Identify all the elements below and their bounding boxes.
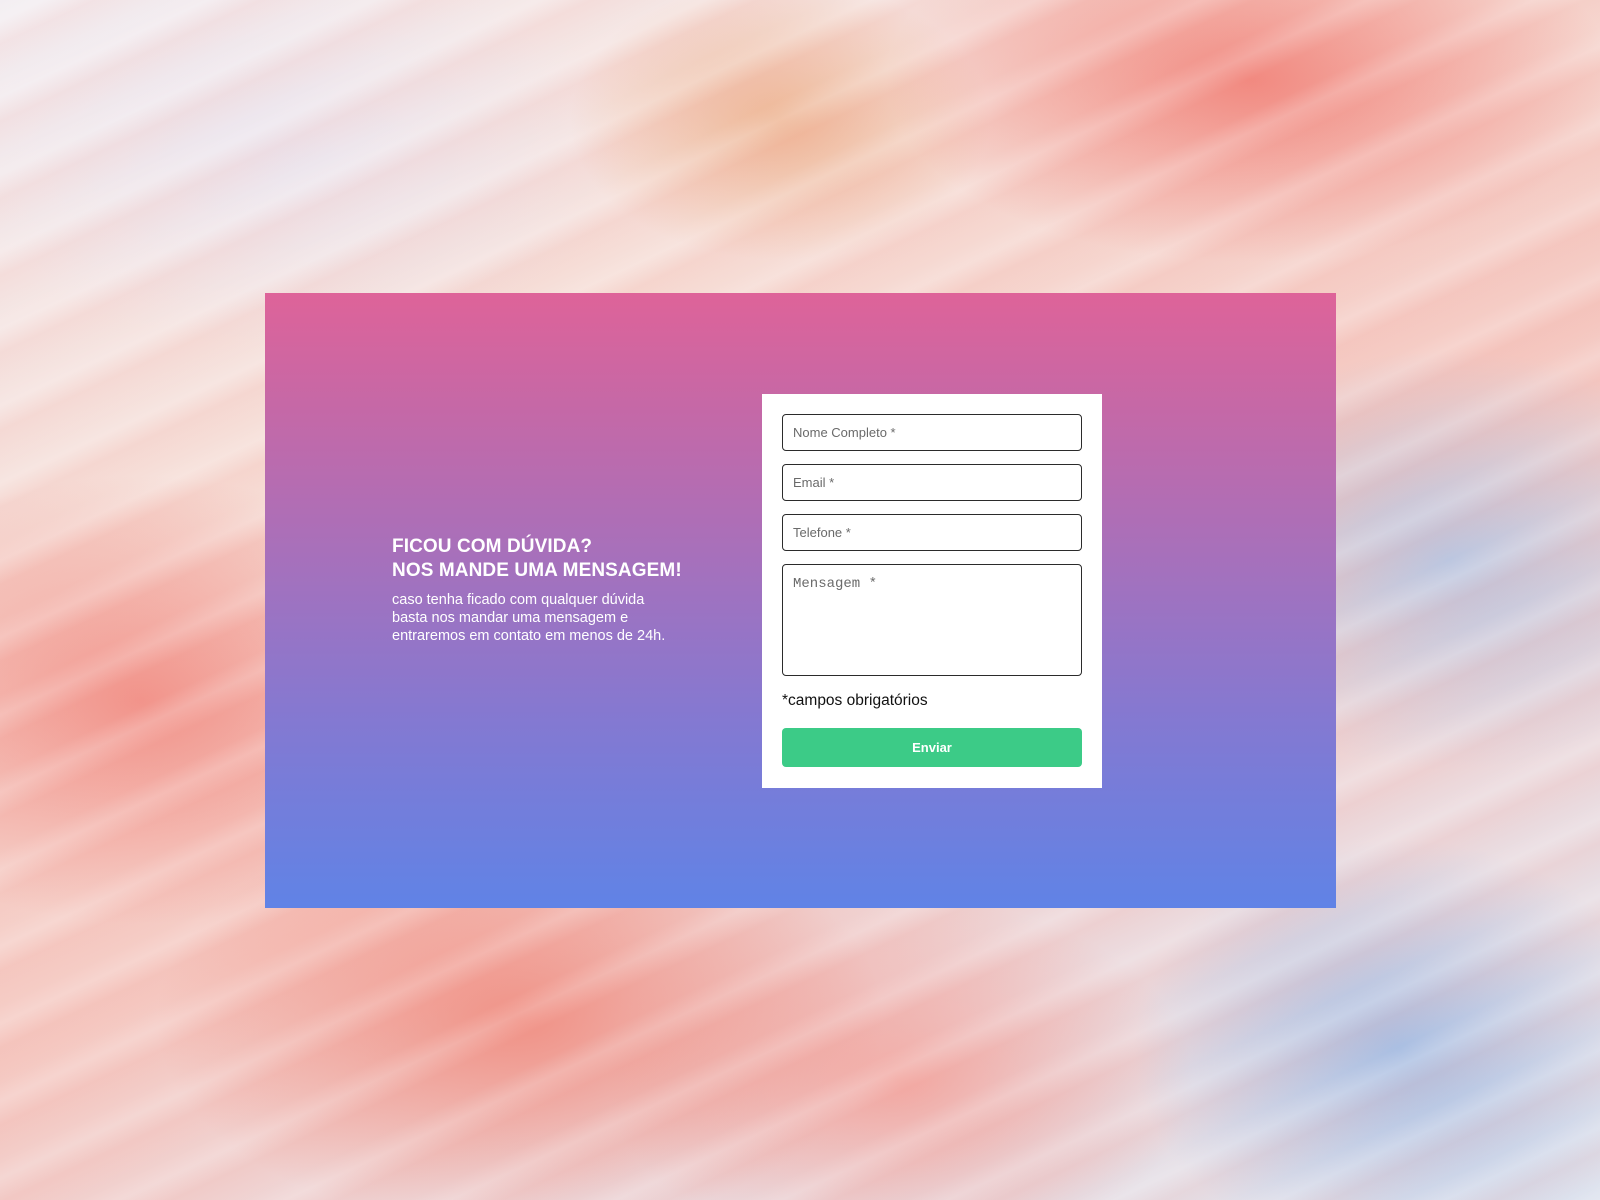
contact-form: *campos obrigatórios Enviar <box>762 394 1102 788</box>
contact-section: FICOU COM DÚVIDA? NOS MANDE UMA MENSAGEM… <box>265 293 1336 908</box>
contact-heading: FICOU COM DÚVIDA? NOS MANDE UMA MENSAGEM… <box>392 535 692 583</box>
email-input[interactable] <box>782 464 1082 501</box>
contact-description-line-2: basta nos mandar uma mensagem e <box>392 610 629 626</box>
contact-description-line-3: entraremos em contato em menos de 24h. <box>392 628 666 644</box>
message-textarea[interactable] <box>782 564 1082 676</box>
phone-input[interactable] <box>782 514 1082 551</box>
contact-description: caso tenha ficado com qualquer dúvida ba… <box>392 591 692 645</box>
contact-heading-line-1: FICOU COM DÚVIDA? <box>392 536 593 557</box>
full-name-input[interactable] <box>782 414 1082 451</box>
submit-button[interactable]: Enviar <box>782 728 1082 767</box>
contact-intro: FICOU COM DÚVIDA? NOS MANDE UMA MENSAGEM… <box>392 535 692 645</box>
contact-description-line-1: caso tenha ficado com qualquer dúvida <box>392 592 645 608</box>
required-fields-note: *campos obrigatórios <box>782 692 928 709</box>
contact-heading-line-2: NOS MANDE UMA MENSAGEM! <box>392 560 682 581</box>
